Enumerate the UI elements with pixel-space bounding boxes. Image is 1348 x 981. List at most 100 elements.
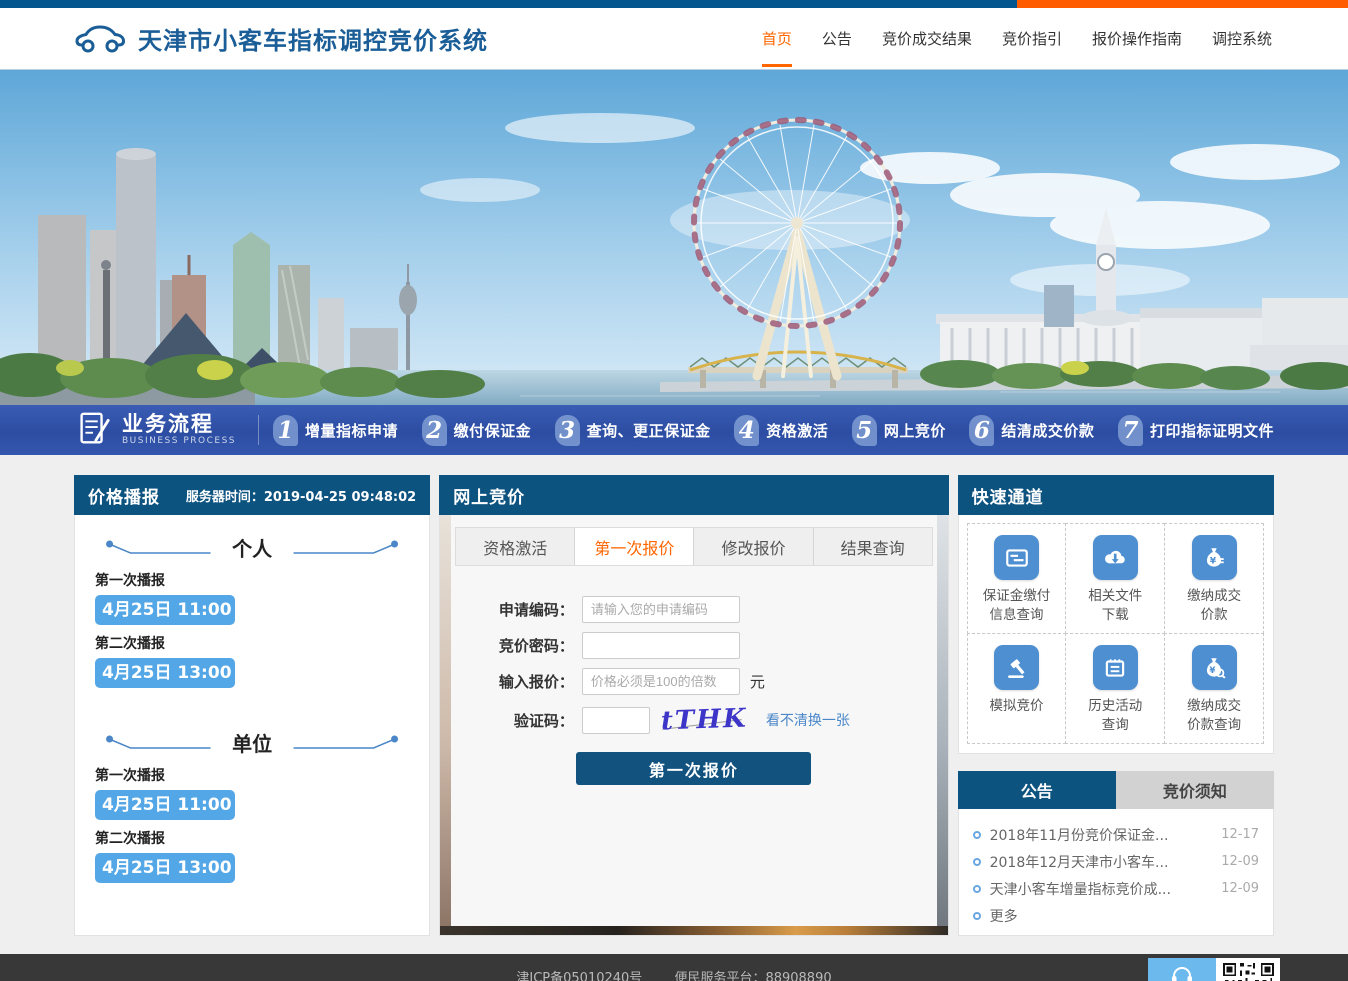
- site-header: 天津市小客车指标调控竞价系统 首页 公告 竞价成交结果 竞价指引 报价操作指南 …: [0, 8, 1348, 70]
- step-5-number: 5: [852, 415, 877, 446]
- mock-bidding-icon: [994, 645, 1039, 690]
- quick-item-history-query[interactable]: 历史活动 查询: [1065, 633, 1165, 744]
- unit-first-broadcast-label: 第一次播报: [95, 765, 409, 785]
- unit-second-broadcast-label: 第二次播报: [95, 828, 409, 848]
- server-time: 服务器时间：2019-04-25 09:48:02: [186, 486, 416, 505]
- bullet-icon: [973, 912, 981, 920]
- bid-password-input[interactable]: [582, 632, 740, 659]
- notice-item-date: 12-09: [1221, 854, 1259, 869]
- quick-item-pay-price[interactable]: ¥ 缴纳成交 价款: [1164, 523, 1264, 634]
- bullet-icon: [973, 831, 981, 839]
- unit-section-title: 单位: [222, 728, 282, 757]
- step-7: 7打印指标证明文件: [1118, 415, 1274, 446]
- car-icon: [74, 19, 126, 59]
- personal-first-broadcast-label: 第一次播报: [95, 570, 409, 590]
- step-4: 4资格激活: [734, 415, 828, 446]
- bullet-icon: [973, 885, 981, 893]
- step-4-number: 4: [734, 415, 759, 446]
- nav-control-system[interactable]: 调控系统: [1210, 22, 1274, 55]
- nav-announcements[interactable]: 公告: [820, 22, 854, 55]
- bidding-form-area: 资格激活 第一次报价 修改报价 结果查询 申请编码： 竞价密码：: [451, 515, 936, 926]
- svg-text:¥: ¥: [1210, 555, 1217, 566]
- bid-password-label: 竞价密码：: [479, 635, 574, 656]
- personal-section-title: 个人: [222, 533, 282, 562]
- notice-item[interactable]: 2018年11月份竞价保证金... 12-17: [973, 821, 1259, 848]
- step-5: 5 网上竞价: [852, 415, 946, 446]
- yuan-suffix: 元: [750, 671, 765, 692]
- top-color-bar: [0, 0, 1348, 8]
- step-2-label: 缴付保证金: [454, 420, 532, 441]
- quick-label: 下载: [1102, 606, 1129, 625]
- notice-item[interactable]: 天津小客车增量指标竞价成... 12-09: [973, 875, 1259, 902]
- step-3-number: 3: [555, 415, 580, 446]
- online-bidding-panel: 网上竞价 资格激活 第一次报价 修改报价 结果查询 申请编码：: [439, 475, 948, 936]
- quick-label: 模拟竞价: [990, 697, 1044, 716]
- tab-bidding-instructions[interactable]: 竞价须知: [1116, 771, 1274, 809]
- first-quote-submit-button[interactable]: 第一次报价: [576, 752, 811, 785]
- deposit-info-icon: [994, 535, 1039, 580]
- clipboard-pen-icon: [74, 409, 112, 451]
- quick-item-file-download[interactable]: 相关文件 下载: [1065, 523, 1165, 634]
- unit-second-broadcast-time: 4月25日 13:00: [95, 853, 235, 883]
- step-6-label: 结清成交价款: [1001, 420, 1094, 441]
- step-2: 2 缴付保证金: [422, 415, 532, 446]
- nav-quote-manual[interactable]: 报价操作指南: [1090, 22, 1184, 55]
- page: 天津市小客车指标调控竞价系统 首页 公告 竞价成交结果 竞价指引 报价操作指南 …: [0, 0, 1348, 981]
- right-column: 快速通道 保证金缴付 信息查询 相关文件: [958, 475, 1274, 936]
- background-photo-edge: [937, 515, 948, 935]
- captcha-input[interactable]: [582, 707, 650, 734]
- step-7-number: 7: [1118, 415, 1143, 446]
- nav-bid-guide[interactable]: 竞价指引: [1000, 22, 1064, 55]
- first-quote-form: 申请编码： 竞价密码： 输入报价： 元 验: [479, 596, 909, 785]
- step-1: 1增量指标申请: [273, 415, 398, 446]
- application-code-input[interactable]: [582, 596, 740, 623]
- quick-panel-header: 快速通道: [958, 475, 1274, 515]
- hero-banner: [0, 70, 1348, 405]
- bidding-panel-header: 网上竞价: [439, 475, 948, 515]
- server-time-label: 服务器时间：: [186, 490, 264, 505]
- site-title: 天津市小客车指标调控竞价系统: [138, 21, 488, 56]
- price-panel-body: 个人 第一次播报 4月25日 11:00 第二次播报 4月25日 13:00 单…: [74, 515, 430, 936]
- bidding-panel-body: 资格激活 第一次报价 修改报价 结果查询 申请编码： 竞价密码：: [439, 515, 948, 936]
- background-photo-strip: [440, 926, 947, 935]
- captcha-refresh-link[interactable]: 看不清换一张: [766, 710, 850, 730]
- notice-item[interactable]: 2018年12月天津市小客车... 12-09: [973, 848, 1259, 875]
- notice-item-date: 12-09: [1221, 881, 1259, 896]
- footer: 津ICP备05010240号 便民服务平台：88908890 竞价组织机构：天津…: [0, 954, 1348, 981]
- quick-item-deposit-info[interactable]: 保证金缴付 信息查询: [967, 523, 1067, 634]
- captcha-image[interactable]: tTHK: [654, 704, 754, 736]
- step-5-label: 网上竞价: [884, 420, 946, 441]
- tab-modify-quote[interactable]: 修改报价: [694, 528, 813, 565]
- headset-icon: [1169, 964, 1195, 981]
- tab-result-query[interactable]: 结果查询: [814, 528, 932, 565]
- personal-second-broadcast-time: 4月25日 13:00: [95, 658, 235, 688]
- download-icon: [1093, 535, 1138, 580]
- online-service-widget[interactable]: 在线客服: [1148, 958, 1280, 981]
- pay-query-icon: ¥: [1192, 645, 1237, 690]
- online-service-button[interactable]: 在线客服: [1148, 958, 1216, 981]
- personal-first-broadcast-time: 4月25日 11:00: [95, 595, 235, 625]
- step-2-number: 2: [422, 415, 447, 446]
- background-photo-edge: [440, 515, 451, 935]
- personal-section-header: 个人: [95, 533, 409, 562]
- history-icon: [1093, 645, 1138, 690]
- nav-bid-results[interactable]: 竞价成交结果: [880, 22, 974, 55]
- notice-more-label: 更多: [990, 906, 1259, 926]
- divider: [258, 415, 259, 445]
- quick-item-pay-query[interactable]: ¥ 缴纳成交 价款查询: [1164, 633, 1264, 744]
- main-nav: 首页 公告 竞价成交结果 竞价指引 报价操作指南 调控系统: [760, 22, 1274, 55]
- tab-first-quote[interactable]: 第一次报价: [575, 528, 694, 565]
- site-logo: 天津市小客车指标调控竞价系统: [74, 19, 488, 59]
- pay-price-icon: ¥: [1192, 535, 1237, 580]
- tab-qualification-activate[interactable]: 资格激活: [456, 528, 575, 565]
- nav-home[interactable]: 首页: [760, 22, 794, 55]
- quick-label: 历史活动: [1088, 697, 1142, 716]
- notice-list: 2018年11月份竞价保证金... 12-17 2018年12月天津市小客车..…: [958, 809, 1274, 936]
- step-3: 3查询、更正保证金: [555, 415, 711, 446]
- quick-item-mock-bidding[interactable]: 模拟竞价: [967, 633, 1067, 744]
- notice-more[interactable]: 更多: [973, 902, 1259, 929]
- quote-price-input[interactable]: [582, 668, 740, 695]
- unit-section-header: 单位: [95, 728, 409, 757]
- tab-announcements[interactable]: 公告: [958, 771, 1116, 809]
- quick-label: 价款查询: [1187, 716, 1241, 735]
